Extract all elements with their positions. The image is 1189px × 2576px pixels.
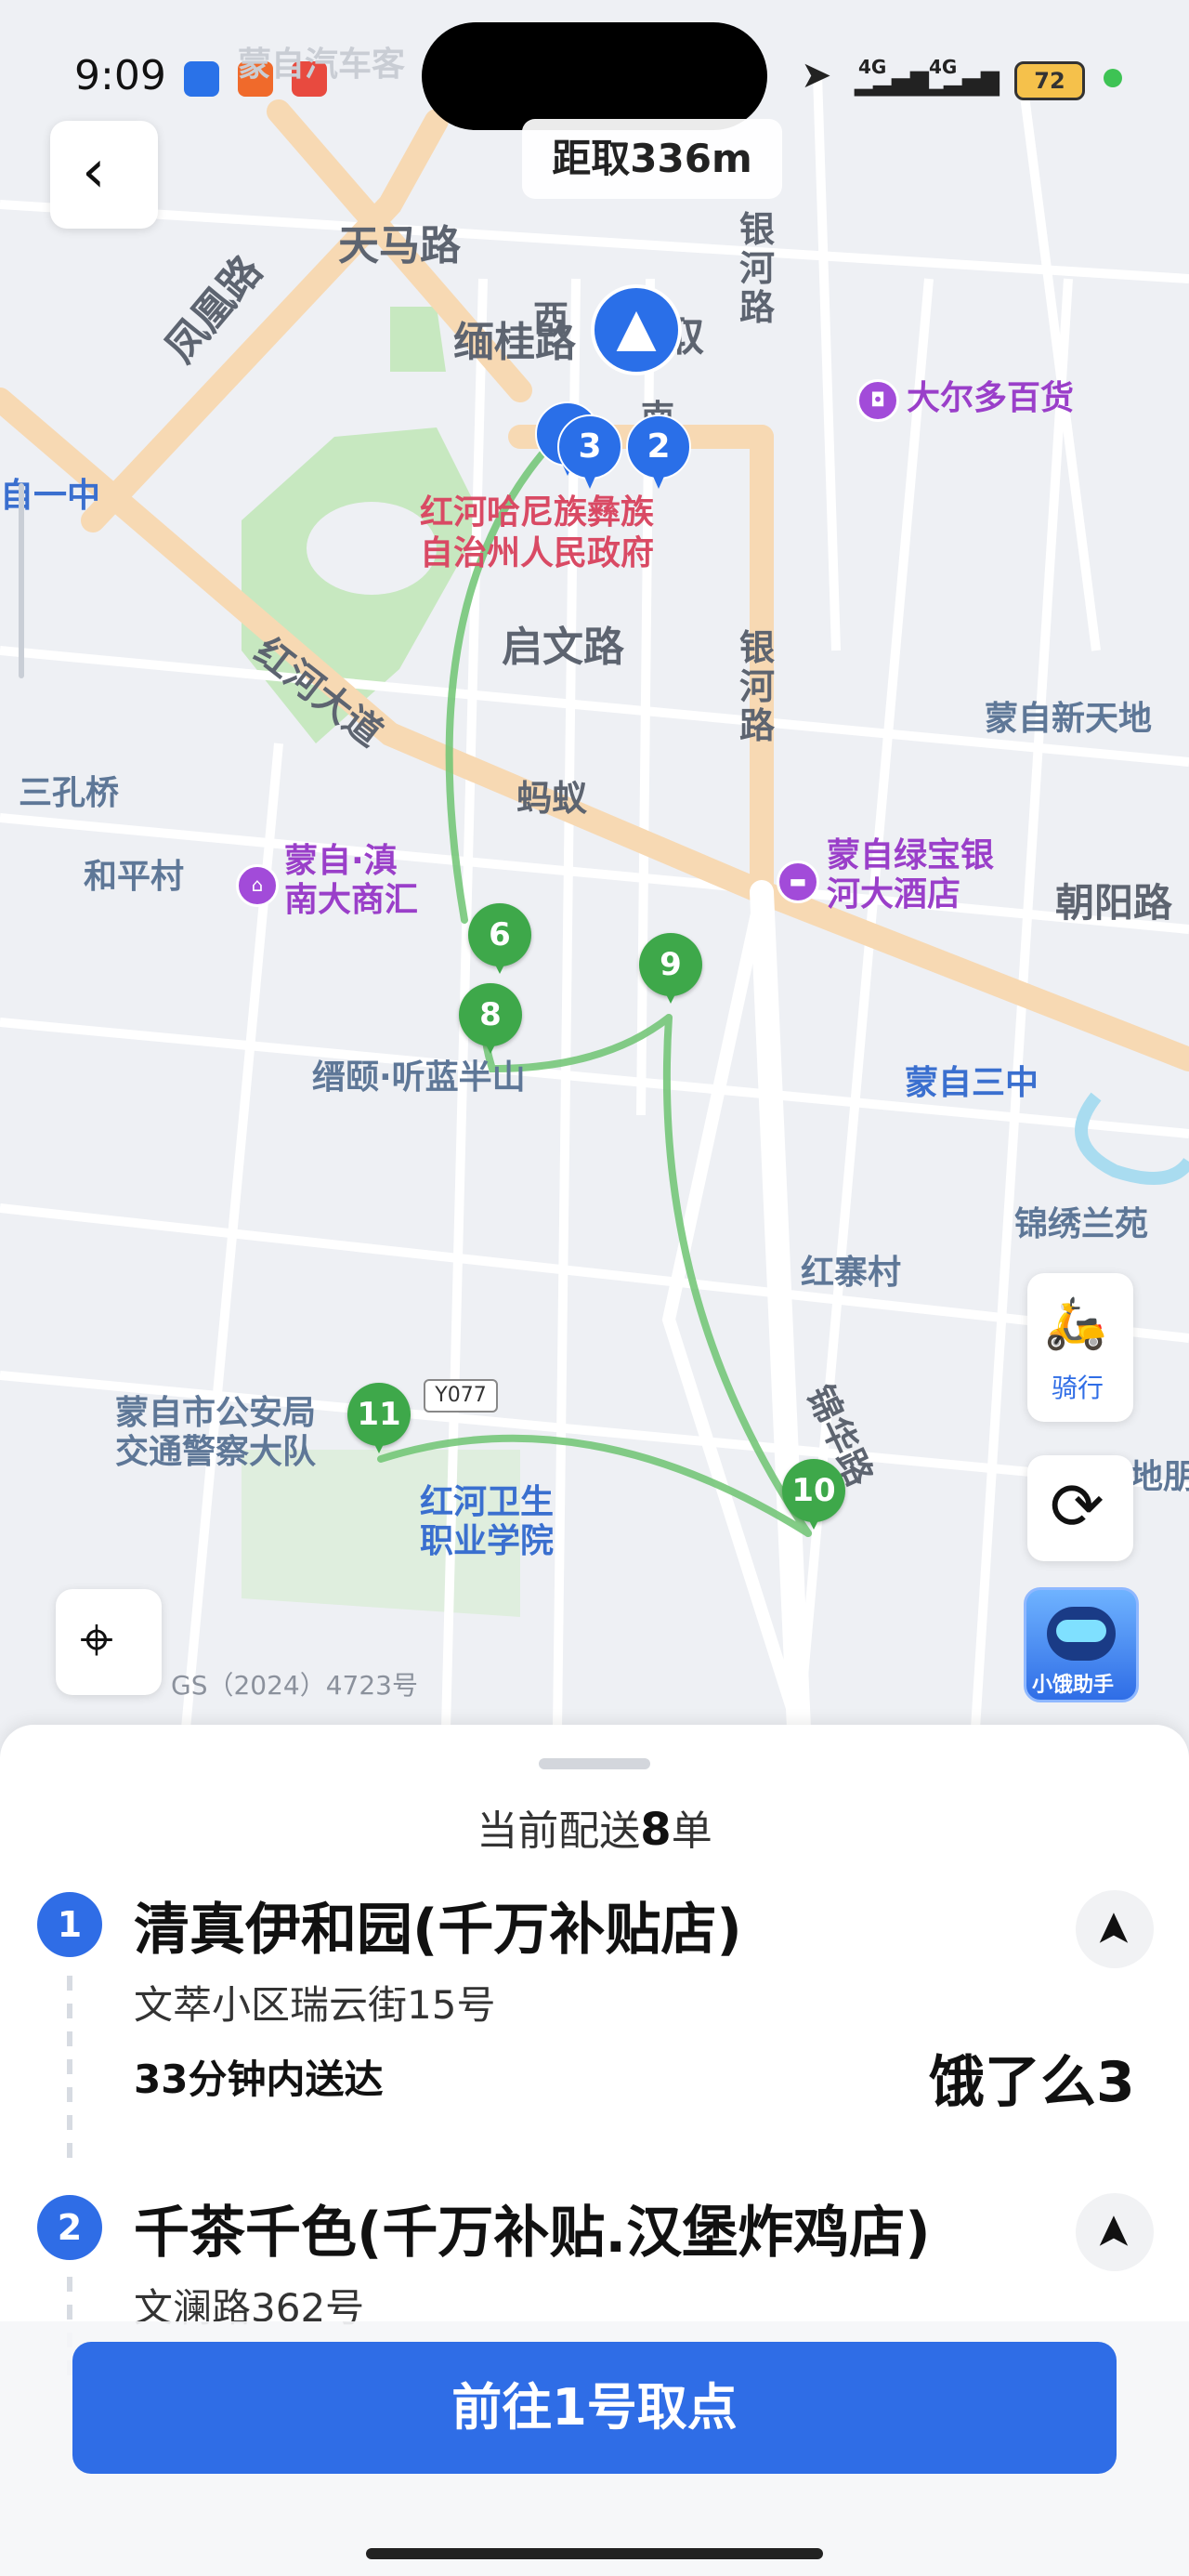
place-label: 朝阳路 [1055, 880, 1173, 926]
dropoff-pin[interactable]: 6 [468, 903, 531, 974]
current-location-icon: ▲ [591, 284, 682, 375]
header-suffix: 单 [671, 1807, 712, 1855]
place-label: 缙颐·听蓝半山 [312, 1058, 526, 1097]
order-number-badge: 1 [37, 1892, 102, 1957]
order-eta: 33分钟内送达 [134, 2057, 384, 2102]
order-number: 2 [57, 2207, 83, 2248]
road-sign: Y077 [424, 1379, 498, 1413]
battery-level: 72 [1034, 68, 1065, 94]
pin-number: 8 [479, 996, 502, 1033]
order-title: 清真伊和园(千万补贴店) [134, 1898, 742, 1963]
place-label: 和平村 [84, 858, 185, 896]
pin-number: 9 [660, 946, 682, 983]
poi-label: 蒙自绿宝银 河大酒店 [827, 836, 995, 913]
chevron-left-icon: ‹ [82, 138, 106, 206]
dropoff-pin[interactable]: 10 [782, 1459, 845, 1530]
assistant-label: 小饿助手 [1032, 1674, 1115, 1697]
road-sign-text: Y077 [435, 1384, 487, 1407]
road-label: 启文路 [502, 624, 624, 671]
road-label: 银河路 [739, 209, 776, 328]
government-label: 红河哈尼族彝族 自治州人民政府 [420, 493, 655, 572]
hotel-icon[interactable]: ▬ [777, 861, 819, 903]
distance-label: 距取336m [522, 119, 782, 199]
ride-mode-label: 骑行 [1052, 1373, 1104, 1403]
scroll-indicator [19, 483, 24, 678]
place-label: 三孔桥 [19, 774, 120, 812]
navigation-arrow-icon: ➤ [1087, 2213, 1140, 2252]
status-time: 9:09 [74, 52, 166, 99]
road-label: 西 [533, 298, 569, 339]
assistant-button[interactable]: 小饿助手 [1024, 1587, 1139, 1702]
pin-number: 3 [578, 427, 602, 466]
poi-label: 蒙自·滇 南大商汇 [284, 842, 419, 919]
order-sheet[interactable]: 当前配送8单 1 清真伊和园(千万补贴店) ➤ 文萃小区瑞云街15号 33分钟内… [0, 1725, 1189, 2576]
crosshair-icon: ⌖ [80, 1606, 114, 1675]
pin-number: 6 [489, 916, 511, 953]
dynamic-island [422, 22, 767, 130]
drag-handle[interactable] [539, 1758, 650, 1769]
location-arrow-icon: ➤ [801, 54, 832, 97]
locate-me-button[interactable]: ⌖ [56, 1589, 162, 1695]
place-label: 蒙自三中 [905, 1064, 1039, 1102]
navigate-button[interactable]: ➤ [1076, 2193, 1154, 2271]
pickup-pin[interactable]: 2 [626, 414, 691, 489]
shopping-bag-icon[interactable]: ◘ [856, 379, 899, 422]
scooter-icon: 🛵 [1044, 1294, 1107, 1352]
status-dot [1104, 69, 1122, 87]
header-prefix: 当前配送 [477, 1807, 641, 1855]
shop-icon[interactable]: ⌂ [236, 864, 279, 907]
road-label: 天马路 [338, 222, 461, 269]
dropoff-pin[interactable]: 11 [347, 1383, 411, 1453]
place-label: 红寨村 [801, 1254, 902, 1292]
signal-icon: ▂▃▅▇ [925, 69, 1000, 97]
platform-label: 饿了么3 [929, 2050, 1135, 2115]
home-indicator [366, 2548, 823, 2559]
map-view[interactable]: 9:09 蒙自汽车客 ➤ 4G ▂▃▅▇ 4G ▂▃▅▇ 72 ‹ 距取336m… [0, 0, 1189, 1728]
order-title: 千茶千色(千万补贴.汉堡炸鸡店) [134, 2201, 931, 2266]
route-connector [67, 1976, 72, 2171]
place-label: 蒙自市公安局 交通警察大队 [115, 1394, 317, 1471]
road-label: 银河路 [739, 627, 776, 746]
robot-visor-icon [1056, 1620, 1106, 1642]
battery-icon: 72 [1014, 61, 1085, 100]
faded-station-text: 蒙自汽车客 [238, 46, 406, 84]
map-license: GS（2024）4723号 [171, 1670, 418, 1701]
go-to-pickup-button[interactable]: 前往1号取点 [72, 2342, 1117, 2474]
refresh-icon: ⟳ [1050, 1468, 1104, 1544]
place-label: 自一中 [0, 477, 101, 515]
order-number-badge: 2 [37, 2195, 102, 2260]
order-count: 8 [640, 1804, 672, 1856]
place-label: 锦绣兰苑 [1014, 1205, 1149, 1243]
pin-number: 2 [647, 427, 671, 466]
app-icon [184, 61, 219, 97]
go-to-pickup-label: 前往1号取点 [451, 2378, 738, 2437]
current-orders-header: 当前配送8单 [0, 1797, 1189, 1857]
back-button[interactable]: ‹ [50, 121, 158, 229]
order-address: 文萃小区瑞云街15号 [134, 1982, 496, 2028]
pin-number: 11 [357, 1396, 401, 1433]
navigate-button[interactable]: ➤ [1076, 1890, 1154, 1968]
refresh-button[interactable]: ⟳ [1027, 1455, 1133, 1561]
road-label: 蚂蚁 [516, 778, 588, 819]
poi-label: 大尔多百货 [907, 379, 1075, 417]
dropoff-pin[interactable]: 9 [639, 933, 702, 1004]
place-label: 红河卫生 职业学院 [420, 1483, 555, 1560]
ride-mode-button[interactable]: 🛵 骑行 [1027, 1273, 1133, 1422]
pin-number: 10 [791, 1472, 836, 1509]
dropoff-pin[interactable]: 8 [459, 983, 522, 1054]
navigation-arrow-icon: ➤ [1087, 1910, 1140, 1949]
order-number: 1 [57, 1904, 83, 1945]
place-label: 蒙自新天地 [985, 700, 1153, 738]
pickup-pin[interactable]: 3 [557, 414, 622, 489]
distance-text: 距取336m [552, 136, 752, 181]
signal-icon: ▂▃▅▇ [855, 69, 929, 97]
